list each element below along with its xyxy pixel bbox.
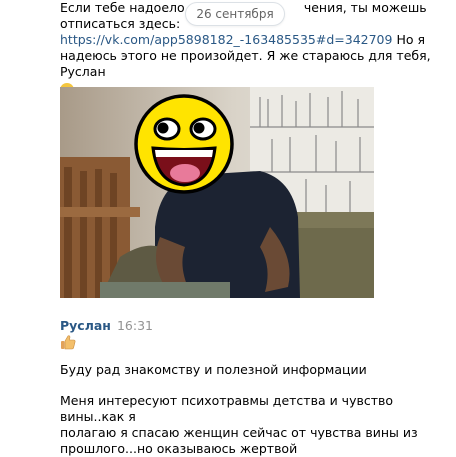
message-paragraph: Меня интересуют психотравмы детства и чу… [60, 393, 446, 457]
message-line: надеюсь этого не произойдет. Я же стараю… [60, 48, 431, 79]
message-line: полагаю я спасаю женщин сейчас от чувств… [60, 425, 418, 440]
thumbs-up-icon [61, 335, 76, 350]
unsubscribe-link[interactable]: https://vk.com/app5898182_-163485535#d=3… [60, 32, 392, 47]
message-line: https://vk.com/app5898182_-163485535#d=3… [60, 32, 425, 47]
message-line: Меня интересуют психотравмы детства и чу… [60, 393, 393, 424]
attached-photo[interactable] [60, 87, 374, 298]
message-line: прошлого...но оказываюсь жертвой [60, 441, 298, 456]
author-name-link[interactable]: Руслан [60, 318, 111, 333]
message-time[interactable]: 16:31 [117, 318, 153, 333]
date-separator: 26 сентября [185, 2, 285, 26]
message-paragraph: Буду рад знакомству и полезной информаци… [60, 362, 367, 377]
message-header: Руслан 16:31 [60, 318, 153, 334]
awesome-face-icon [134, 94, 234, 194]
